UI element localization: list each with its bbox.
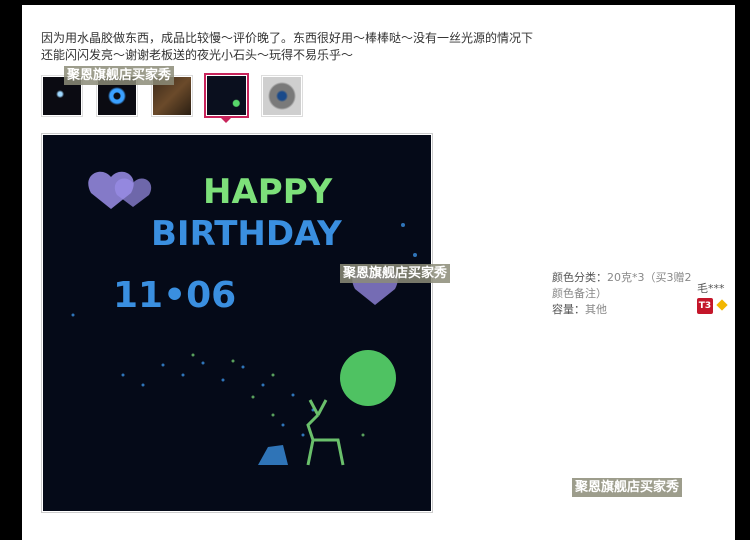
sku-color: 颜色分类：20克*3（买3赠2颜色备注） [552,270,692,302]
thumbnail-image [263,77,301,115]
moon-icon [340,350,396,406]
glow-dots-green [191,353,365,437]
photo-text-happy: HAPPY [203,172,333,212]
review-line-1: 因为用水晶胶做东西，成品比较慢～评价晚了。东西很好用～棒棒哒～没有一丝光源的情况… [41,31,534,45]
user-level-badge: T3 [697,298,713,314]
review-line-2: 还能闪闪发亮～谢谢老板送的夜光小石头～玩得不易乐乎～ [41,48,354,62]
thumbnail-4-selected[interactable] [204,73,249,123]
main-photo[interactable]: HAPPY BIRTHDAY 11•06 [41,133,433,513]
diamond-icon [716,299,728,311]
sku-capacity-label: 容量： [552,303,585,316]
photo-text-birthday: BIRTHDAY [151,214,342,254]
watermark: 聚恩旗舰店买家秀 [340,264,451,283]
review-text: 因为用水晶胶做东西，成品比较慢～评价晚了。东西很好用～棒棒哒～没有一丝光源的情况… [41,30,561,64]
sku-capacity: 容量：其他 [552,302,692,318]
photo-image: HAPPY BIRTHDAY 11•06 [43,135,431,511]
sku-info: 颜色分类：20克*3（买3赠2颜色备注） 容量：其他 [552,270,692,318]
photo-text-date: 11•06 [113,275,236,316]
thumbnail-5[interactable] [261,75,303,117]
small-deer-icon [258,445,288,465]
sku-capacity-value: 其他 [585,303,607,316]
review-panel: 因为用水晶胶做东西，成品比较慢～评价晚了。东西很好用～棒棒哒～没有一丝光源的情况… [22,5,735,540]
watermark: 聚恩旗舰店买家秀 [572,478,683,497]
thumbnail-image [207,76,246,115]
glow-artwork: HAPPY BIRTHDAY 11•06 [71,171,417,466]
watermark: 聚恩旗舰店买家秀 [64,66,175,85]
sku-color-label: 颜色分类： [552,271,607,284]
user-name[interactable]: 毛*** [697,280,725,296]
